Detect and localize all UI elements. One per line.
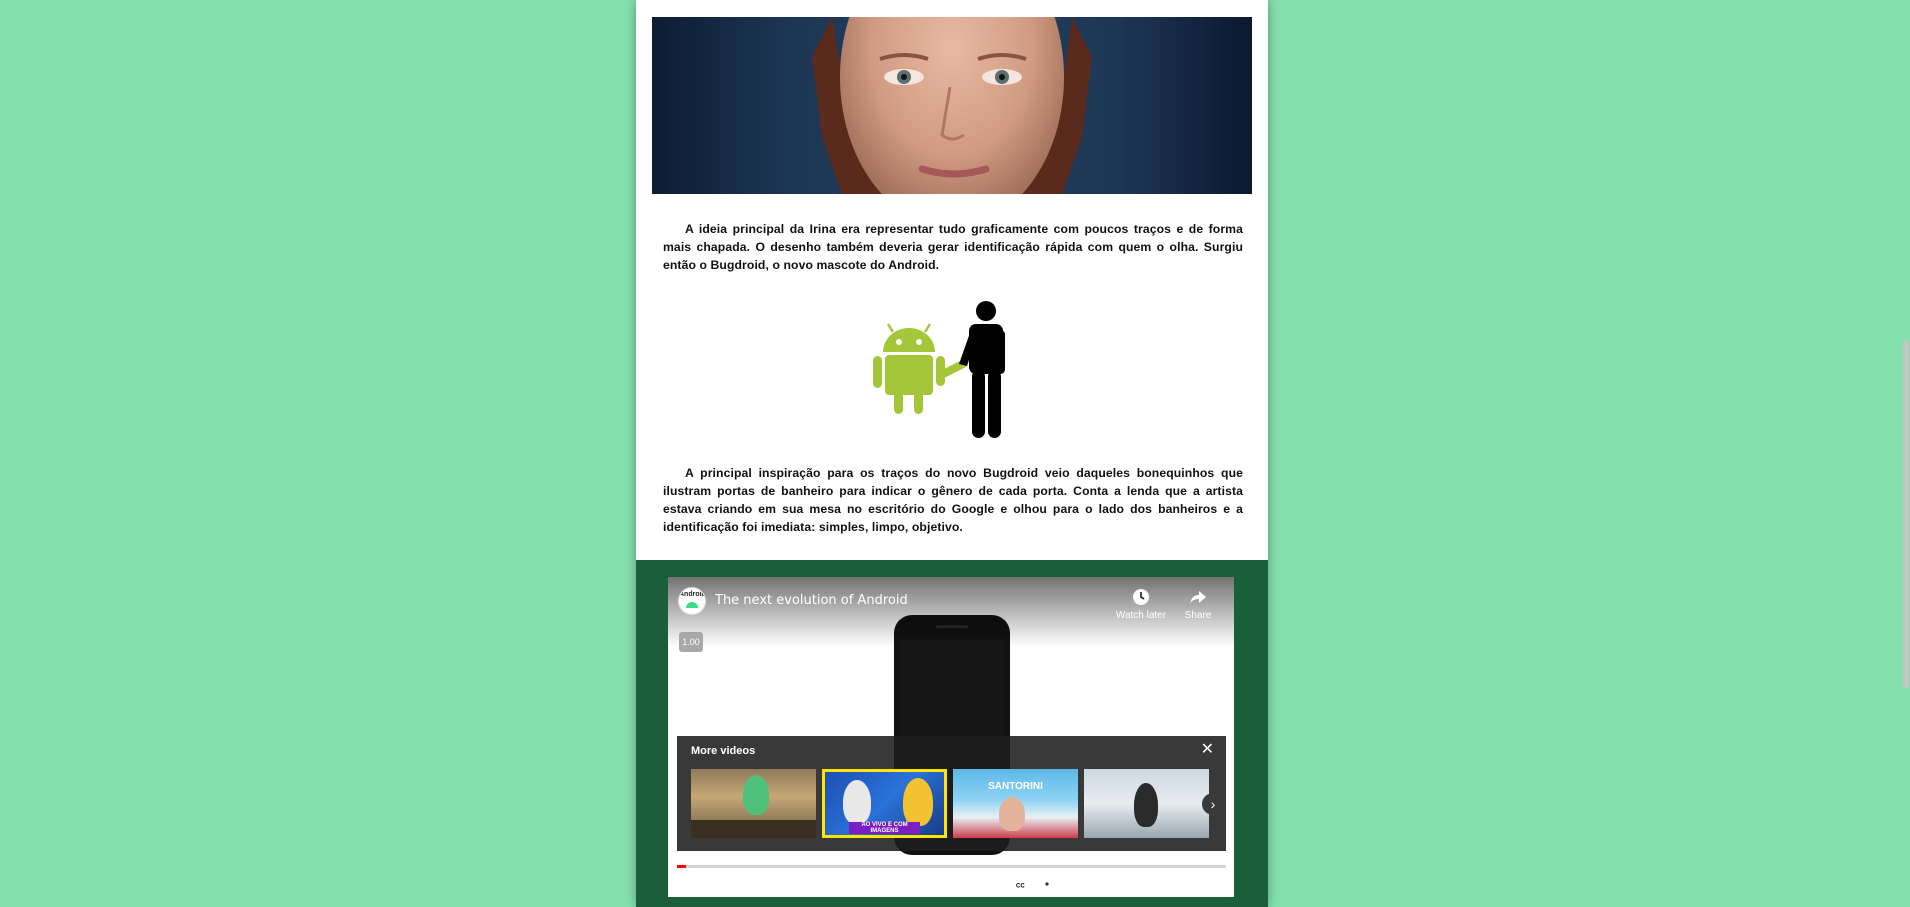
- thumbnail-figure: [843, 780, 871, 824]
- thumbnail-figure: [743, 775, 769, 815]
- time-display: 0:01 / 1:00: [744, 878, 792, 889]
- play-icon[interactable]: [679, 873, 701, 895]
- progress-fill: [677, 865, 687, 868]
- video-thumbnail[interactable]: [1084, 769, 1209, 838]
- channel-avatar-label: Android: [679, 591, 706, 598]
- android-head-icon: [686, 602, 698, 608]
- player-controls: 0:01 / 1:00 CC YouTube: [668, 869, 1234, 897]
- share-icon: [1190, 591, 1206, 604]
- volume-icon[interactable]: [706, 873, 728, 895]
- progress-bar[interactable]: [677, 865, 1226, 868]
- android-robot-icon: [873, 323, 967, 414]
- thumbnail-caption: SANTORINI: [988, 781, 1043, 792]
- settings-icon[interactable]: [1036, 873, 1058, 895]
- person-pictogram-icon: [959, 301, 1005, 438]
- video-thumbnail[interactable]: SANTORINI: [953, 769, 1078, 838]
- portrait-photo: [652, 17, 1252, 194]
- article-paragraph: A principal inspiração para os traços do…: [663, 466, 1243, 534]
- channel-avatar[interactable]: Android: [678, 587, 706, 615]
- watch-later-button[interactable]: Watch later: [1113, 587, 1169, 621]
- chevron-right-icon[interactable]: ›: [1202, 793, 1224, 815]
- share-button[interactable]: Share: [1170, 587, 1226, 621]
- article-column: A ideia principal da Irina era represent…: [636, 0, 1268, 907]
- thumbnail-desk: [691, 820, 816, 838]
- thumbnail-caption: AO VIVO E COM IMAGENS: [849, 822, 920, 834]
- android-and-person-illustration: [871, 300, 1031, 440]
- watch-later-icon: [1133, 589, 1149, 605]
- thumbnail-figure: [999, 797, 1025, 831]
- svg-text:CC: CC: [1016, 884, 1025, 890]
- watch-later-label: Watch later: [1115, 610, 1167, 621]
- thumbnail-figure: [903, 778, 933, 826]
- video-title[interactable]: The next evolution of Android: [715, 593, 908, 608]
- video-section: Android The next evolution of Android Wa…: [636, 560, 1268, 907]
- more-videos-label: More videos: [691, 745, 756, 757]
- captions-icon[interactable]: CC: [1010, 873, 1032, 895]
- more-videos-panel: More videos ✕ AO VIVO E COM IMAGENS SANT…: [677, 736, 1226, 851]
- video-thumbnail[interactable]: AO VIVO E COM IMAGENS: [822, 769, 947, 838]
- share-label: Share: [1184, 610, 1212, 621]
- page-scrollbar[interactable]: [1902, 0, 1910, 907]
- video-thumbnail[interactable]: [691, 769, 816, 838]
- scrollbar-thumb[interactable]: [1903, 340, 1909, 688]
- thumbnail-figure: [1134, 783, 1158, 827]
- fullscreen-icon[interactable]: [1102, 873, 1124, 895]
- youtube-embed-player[interactable]: Android The next evolution of Android Wa…: [668, 577, 1234, 897]
- article-paragraph: A ideia principal da Irina era represent…: [663, 222, 1243, 272]
- playback-speed-badge: 1.00: [679, 632, 703, 652]
- close-icon[interactable]: ✕: [1201, 742, 1214, 758]
